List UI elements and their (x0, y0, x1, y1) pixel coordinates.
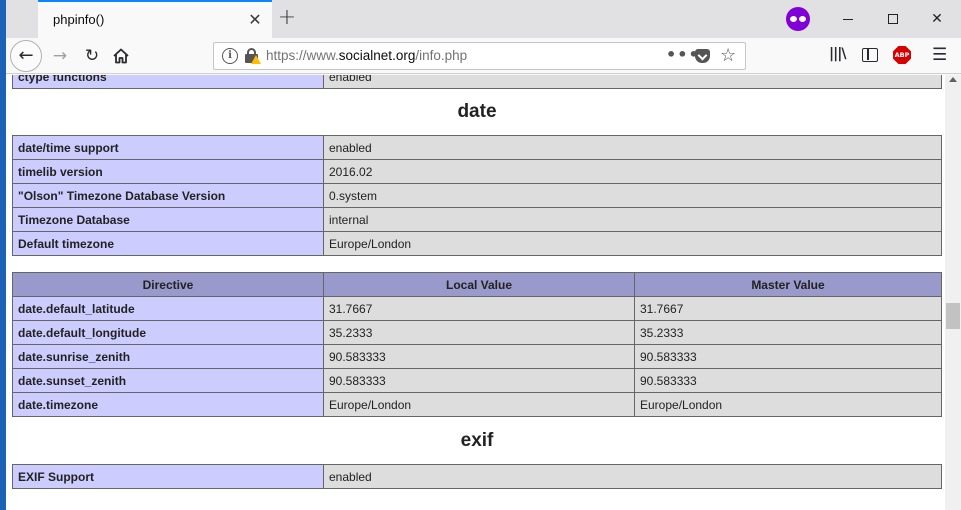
reload-button[interactable]: ↻ (78, 42, 106, 70)
vertical-scrollbar[interactable] (945, 75, 961, 510)
phpinfo-page: ctype functions enabled date date/time s… (12, 75, 942, 489)
home-icon (113, 48, 129, 64)
ctype-table: ctype functions enabled (12, 75, 942, 89)
directive-master-value: 35.2333 (634, 320, 942, 345)
browser-window: phpinfo() ✕ + ✕ ← → ↻ i https://www.soci… (6, 0, 961, 510)
row-label: Default timezone (12, 231, 324, 256)
new-tab-button[interactable]: + (274, 5, 300, 33)
table-row: EXIF Support enabled (12, 464, 942, 489)
url-path: /info.php (415, 48, 468, 63)
library-icon[interactable]: |||\ (829, 46, 846, 62)
row-label: timelib version (12, 159, 324, 184)
reload-icon: ↻ (84, 46, 100, 66)
url-prefix: https://www. (266, 48, 339, 63)
url-text[interactable]: https://www.socialnet.org/info.php (266, 48, 467, 63)
maximize-icon (888, 14, 898, 24)
forward-button[interactable]: → (46, 42, 74, 70)
row-label: ctype functions (12, 75, 324, 89)
directive-name: date.default_latitude (12, 296, 324, 321)
exif-info-table: EXIF Support enabled (12, 464, 942, 489)
navigation-toolbar: ← → ↻ i https://www.socialnet.org/info.p… (6, 38, 961, 74)
table-row: date.timezone Europe/London Europe/Londo… (12, 392, 942, 417)
pocket-icon[interactable] (695, 49, 710, 63)
tab-bar: phpinfo() ✕ + ✕ (6, 0, 961, 38)
sidebar-icon[interactable] (862, 48, 878, 62)
directive-local-value: 35.2333 (323, 320, 635, 345)
table-row: Timezone Database internal (12, 207, 942, 232)
table-row: date.default_latitude 31.7667 31.7667 (12, 296, 942, 321)
directive-master-value: 90.583333 (634, 344, 942, 369)
directive-local-value: 31.7667 (323, 296, 635, 321)
bookmark-star-icon[interactable]: ☆ (720, 45, 736, 67)
directive-local-value: Europe/London (323, 392, 635, 417)
adblock-plus-icon[interactable]: ABP (893, 46, 911, 64)
tab-close-icon[interactable]: ✕ (246, 11, 264, 29)
minimize-button[interactable] (826, 5, 870, 33)
row-value: Europe/London (323, 231, 942, 256)
private-browsing-icon (786, 7, 810, 31)
maximize-button[interactable] (871, 5, 915, 33)
home-button[interactable] (107, 42, 135, 70)
url-host: socialnet.org (338, 48, 416, 63)
row-label: EXIF Support (12, 464, 324, 489)
date-info-table: date/time support enabled timelib versio… (12, 135, 942, 256)
row-label: Timezone Database (12, 207, 324, 232)
insecure-lock-icon[interactable] (244, 48, 261, 64)
table-row: timelib version 2016.02 (12, 159, 942, 184)
directive-name: date.sunset_zenith (12, 368, 324, 393)
arrow-right-icon: → (52, 46, 68, 66)
directive-name: date.default_longitude (12, 320, 324, 345)
section-title-exif: exif (460, 430, 494, 451)
scrollbar-thumb[interactable] (946, 303, 960, 329)
directive-name: date.timezone (12, 392, 324, 417)
hamburger-menu-icon[interactable]: ☰ (932, 45, 947, 65)
minimize-icon (843, 18, 853, 20)
table-row: "Olson" Timezone Database Version 0.syst… (12, 183, 942, 208)
table-row: date.sunrise_zenith 90.583333 90.583333 (12, 344, 942, 369)
back-button[interactable]: ← (10, 40, 42, 72)
column-header-master-value: Master Value (634, 272, 942, 297)
column-header-directive: Directive (12, 272, 324, 297)
column-header-local-value: Local Value (323, 272, 635, 297)
row-label: "Olson" Timezone Database Version (12, 183, 324, 208)
row-label: date/time support (12, 135, 324, 160)
row-value: 2016.02 (323, 159, 942, 184)
table-row: date/time support enabled (12, 135, 942, 160)
arrow-left-icon: ← (18, 45, 34, 66)
scroll-up-icon[interactable] (949, 77, 957, 82)
table-row: Default timezone Europe/London (12, 231, 942, 256)
row-value: enabled (323, 464, 942, 489)
table-row: date.default_longitude 35.2333 35.2333 (12, 320, 942, 345)
page-content: ctype functions enabled date date/time s… (6, 75, 945, 510)
directive-master-value: Europe/London (634, 392, 942, 417)
row-value: 0.system (323, 183, 942, 208)
directive-master-value: 31.7667 (634, 296, 942, 321)
close-window-button[interactable]: ✕ (915, 5, 959, 33)
directive-local-value: 90.583333 (323, 368, 635, 393)
directive-master-value: 90.583333 (634, 368, 942, 393)
table-header-row: Directive Local Value Master Value (12, 272, 942, 297)
section-title-date: date (457, 101, 497, 122)
table-row: date.sunset_zenith 90.583333 90.583333 (12, 368, 942, 393)
tab-title: phpinfo() (53, 12, 105, 27)
directive-name: date.sunrise_zenith (12, 344, 324, 369)
url-bar[interactable]: i https://www.socialnet.org/info.php •••… (213, 42, 746, 70)
tab-phpinfo[interactable]: phpinfo() ✕ (38, 0, 272, 38)
row-value: enabled (323, 135, 942, 160)
directive-local-value: 90.583333 (323, 344, 635, 369)
row-value: enabled (323, 75, 942, 89)
row-value: internal (323, 207, 942, 232)
site-info-icon[interactable]: i (222, 48, 238, 64)
date-directives-table: Directive Local Value Master Value date.… (12, 272, 942, 417)
table-row: ctype functions enabled (12, 75, 942, 89)
